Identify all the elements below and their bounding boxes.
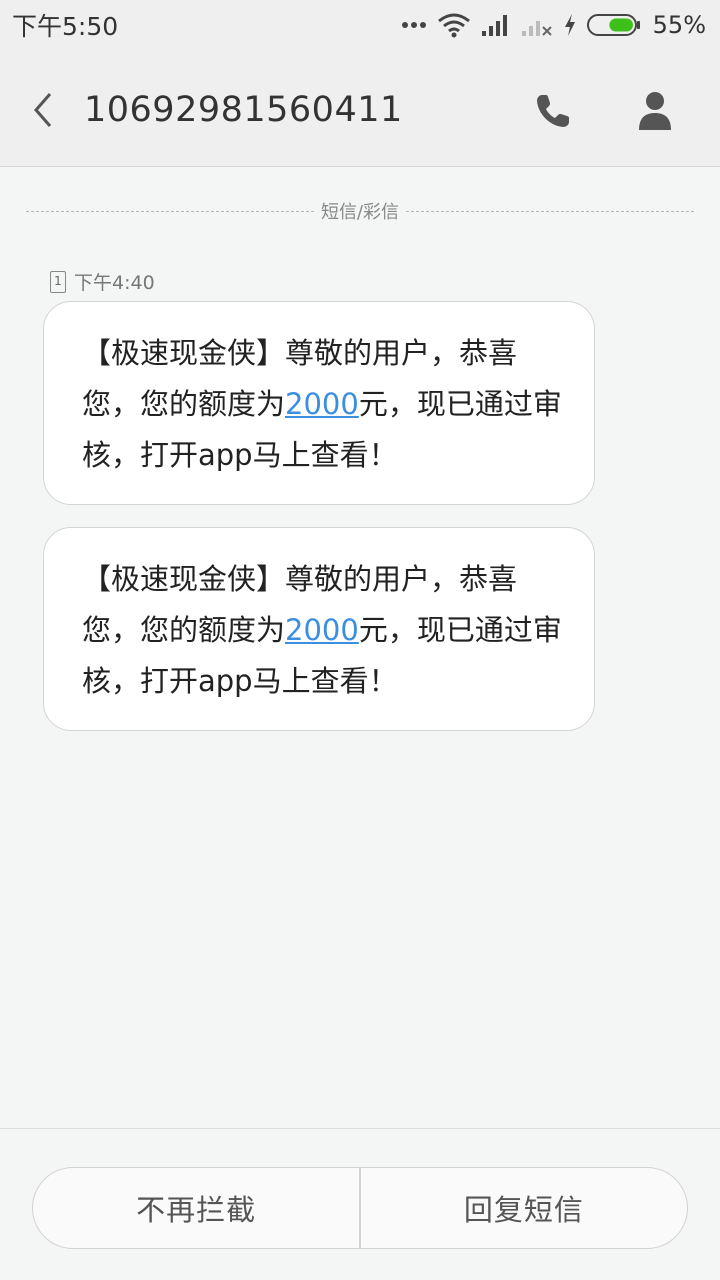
- sim-card-icon: 1: [50, 270, 66, 293]
- amount-link[interactable]: 2000: [285, 613, 359, 647]
- battery-percent: 55%: [652, 11, 706, 39]
- status-bar: 下午5:50 55%: [0, 0, 720, 50]
- person-icon: [636, 92, 674, 136]
- no-signal-icon: [521, 13, 553, 37]
- status-icons: 55%: [401, 11, 706, 39]
- message-timestamp: 1 下午4:40: [50, 268, 155, 295]
- more-dots-icon: [401, 20, 427, 30]
- message-type-divider: 短信/彩信: [26, 198, 694, 224]
- contact-info-button[interactable]: [636, 90, 674, 132]
- call-button[interactable]: [532, 90, 574, 132]
- back-arrow-icon: [28, 93, 60, 134]
- amount-link[interactable]: 2000: [285, 387, 359, 421]
- divider-label: 短信/彩信: [314, 198, 406, 224]
- conversation-header: 10692981560411: [0, 50, 720, 167]
- status-time: 下午5:50: [12, 12, 119, 41]
- bottom-action-bar: 不再拦截 回复短信: [0, 1128, 720, 1280]
- unblock-button[interactable]: 不再拦截: [33, 1168, 359, 1248]
- battery-icon: [586, 13, 641, 37]
- message-bubble[interactable]: 【极速现金侠】尊敬的用户，恭喜您，您的额度为2000元，现已通过审核，打开app…: [43, 301, 595, 505]
- back-button[interactable]: [28, 90, 60, 130]
- wifi-icon: [437, 12, 471, 38]
- charging-icon: [563, 13, 577, 37]
- phone-icon: [532, 95, 574, 136]
- action-button-group: 不再拦截 回复短信: [32, 1167, 688, 1249]
- message-time: 下午4:40: [74, 272, 155, 294]
- message-bubble[interactable]: 【极速现金侠】尊敬的用户，恭喜您，您的额度为2000元，现已通过审核，打开app…: [43, 527, 595, 731]
- contact-number: 10692981560411: [84, 90, 403, 130]
- reply-sms-button[interactable]: 回复短信: [361, 1168, 687, 1248]
- signal-icon: [481, 13, 511, 37]
